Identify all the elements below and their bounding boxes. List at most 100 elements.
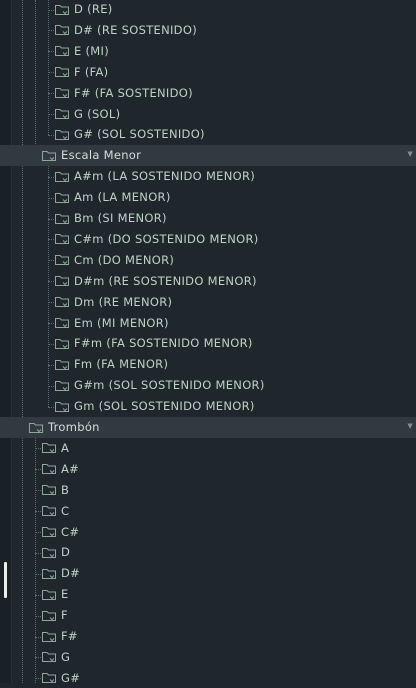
tree-connector (35, 573, 41, 575)
tree-item[interactable]: G (SOL) (0, 103, 416, 124)
tree-item-label: A#m (LA SOSTENIDO MENOR) (74, 169, 256, 184)
tree-item[interactable]: Gm (SOL SOSTENIDO MENOR) (0, 396, 416, 417)
tree-item[interactable]: A#m (LA SOSTENIDO MENOR) (0, 166, 416, 187)
tree-item[interactable]: F (0, 605, 416, 626)
tree-item-label: F# (61, 629, 78, 643)
tree-item[interactable]: A (0, 437, 416, 458)
tree-item[interactable]: D (0, 542, 416, 563)
tree-item[interactable]: Em (MI MENOR) (0, 312, 416, 333)
tree-item-label: Bm (SI MENOR) (74, 211, 167, 225)
chevron-down-icon[interactable]: ▼ (407, 150, 413, 158)
tree-connector (35, 469, 41, 471)
tree-connector (48, 93, 54, 95)
folder-row-header[interactable]: Trombón ▼ (0, 416, 416, 438)
folder-icon (55, 275, 69, 287)
tree-connector (48, 364, 54, 366)
tree-item[interactable]: E (MI) (0, 40, 416, 61)
tree-item[interactable]: Am (LA MENOR) (0, 187, 416, 208)
tree-item[interactable]: Bm (SI MENOR) (0, 208, 416, 229)
tree-item[interactable]: C#m (DO SOSTENIDO MENOR) (0, 228, 416, 249)
tree-connector (48, 239, 54, 241)
folder-icon (55, 317, 69, 328)
tree-item-label: Escala Menor (61, 148, 142, 163)
tree-item-label: G# (SOL SOSTENIDO) (74, 127, 205, 142)
folder-icon (42, 505, 56, 517)
tree-item-label: Trombón (48, 420, 100, 434)
folder-icon (42, 672, 56, 684)
tree-connector (48, 302, 54, 304)
tree-connector (35, 615, 41, 617)
folder-icon (55, 171, 69, 182)
tree-item[interactable]: F#m (FA SOSTENIDO MENOR) (0, 333, 416, 354)
chevron-down-icon[interactable]: ▼ (407, 422, 413, 430)
folder-icon (55, 380, 69, 391)
tree-item[interactable]: F (FA) (0, 61, 416, 82)
tree-item[interactable]: E (0, 584, 416, 605)
tree-item[interactable]: D (RE) (0, 0, 416, 20)
tree-item-label: D (RE) (74, 2, 113, 16)
tree-connector (48, 218, 54, 220)
tree-item-label: G#m (SOL SOSTENIDO MENOR) (74, 378, 265, 393)
tree-item-label: D# (61, 566, 81, 581)
tree-item-label: F (61, 608, 68, 623)
tree-item-label: E (61, 587, 69, 602)
tree-connector (35, 511, 41, 513)
tree-item[interactable]: F# (0, 626, 416, 647)
folder-row-header[interactable]: Escala Menor ▼ (0, 144, 416, 166)
tree-item[interactable]: B (0, 479, 416, 500)
folder-icon (55, 108, 69, 119)
tree-item[interactable]: G#m (SOL SOSTENIDO MENOR) (0, 375, 416, 396)
tree-connector (48, 281, 54, 283)
folder-icon (42, 589, 56, 600)
folder-icon (55, 254, 69, 266)
folder-icon (55, 87, 69, 99)
tree-item-label: Am (LA MENOR) (74, 190, 171, 205)
tree-item[interactable]: D# (RE SOSTENIDO) (0, 19, 416, 40)
folder-icon (55, 296, 69, 308)
tree-item[interactable]: D#m (RE SOSTENIDO MENOR) (0, 270, 416, 291)
tree-item-label: Gm (SOL SOSTENIDO MENOR) (74, 399, 255, 414)
tree-item-label: A# (61, 461, 80, 476)
folder-icon (55, 192, 69, 203)
folder-icon (42, 463, 56, 475)
tree-connector (35, 678, 41, 680)
tree-item[interactable]: G (0, 646, 416, 667)
folder-icon (55, 401, 69, 412)
tree-connector (35, 490, 41, 492)
tree-item[interactable]: Dm (RE MENOR) (0, 291, 416, 312)
tree-item[interactable]: C# (0, 521, 416, 542)
tree-item-label: B (61, 482, 70, 497)
tree-item-label: D#m (RE SOSTENIDO MENOR) (74, 273, 257, 288)
tree-item-label: F# (FA SOSTENIDO) (74, 85, 193, 100)
tree-connector (48, 385, 54, 387)
tree-connector (35, 657, 41, 659)
tree-item[interactable]: A# (0, 458, 416, 479)
tree-connector (48, 134, 54, 136)
tree-item[interactable]: G# (0, 667, 416, 688)
folder-icon (42, 442, 56, 454)
browser-tree: D (RE) D# (RE SOSTENIDO) E (MI) F (FA) F# (F… (0, 0, 416, 685)
folder-icon (42, 484, 56, 496)
tree-connector (48, 343, 54, 345)
tree-connector (48, 260, 54, 262)
tree-item-label: D (61, 545, 71, 560)
folder-icon (42, 651, 56, 663)
tree-connector (48, 51, 54, 53)
folder-icon (55, 4, 69, 15)
tree-item[interactable]: F# (FA SOSTENIDO) (0, 82, 416, 103)
tree-item-label: F#m (FA SOSTENIDO MENOR) (74, 336, 253, 351)
tree-connector (35, 594, 41, 596)
tree-connector (48, 323, 54, 324)
tree-item-label: C (61, 503, 70, 518)
folder-icon (55, 233, 69, 245)
tree-item[interactable]: G# (SOL SOSTENIDO) (0, 124, 416, 145)
folder-icon (55, 213, 69, 224)
tree-item[interactable]: Fm (FA MENOR) (0, 354, 416, 375)
tree-item[interactable]: Cm (DO MENOR) (0, 249, 416, 270)
tree-item[interactable]: C (0, 500, 416, 521)
tree-item-label: D# (RE SOSTENIDO) (74, 22, 197, 37)
tree-connector (48, 30, 54, 32)
tree-item[interactable]: D# (0, 563, 416, 584)
tree-connector (48, 114, 54, 115)
tree-item-label: G (61, 649, 71, 664)
